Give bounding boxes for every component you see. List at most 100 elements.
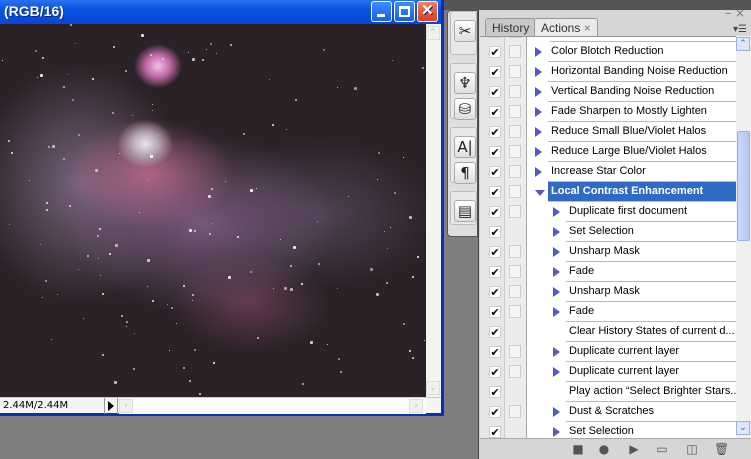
collapsed-triangle-icon[interactable]: [553, 347, 560, 357]
character-icon[interactable]: A|: [454, 136, 476, 158]
toggle-dialog-checkbox[interactable]: [509, 405, 521, 418]
scroll-up-icon[interactable]: ⌃: [736, 37, 750, 51]
collapsed-triangle-icon[interactable]: [553, 247, 560, 257]
action-row[interactable]: ✔ Duplicate first document: [480, 202, 736, 222]
action-row[interactable]: ✔ Vertical Banding Noise Reduction: [480, 82, 736, 102]
play-icon[interactable]: ▶: [628, 443, 640, 455]
toggle-item-checkbox[interactable]: ✔: [489, 106, 501, 118]
minimize-button[interactable]: [371, 1, 392, 22]
scroll-thumb[interactable]: [737, 131, 750, 241]
toggle-dialog-checkbox[interactable]: [509, 205, 521, 218]
toggle-item-checkbox[interactable]: ✔: [489, 366, 501, 378]
dialog-toggle[interactable]: [509, 37, 521, 38]
stop-icon[interactable]: ■: [572, 443, 584, 455]
action-row[interactable]: ✔ Clear History States of current d...: [480, 322, 736, 342]
toggle-item-checkbox[interactable]: ✔: [489, 166, 501, 178]
toggle-dialog-checkbox[interactable]: [509, 145, 521, 158]
horizontal-scrollbar[interactable]: ‹ ›: [119, 398, 426, 414]
toggle-item-checkbox[interactable]: ✔: [489, 266, 501, 278]
vertical-scrollbar[interactable]: ⌃ ⌄: [426, 24, 441, 397]
toggle-dialog-checkbox[interactable]: [509, 265, 521, 278]
toggle-item-checkbox[interactable]: ✔: [489, 46, 501, 58]
toggle-item-checkbox[interactable]: ✔: [489, 306, 501, 318]
collapsed-triangle-icon[interactable]: [535, 167, 542, 177]
collapsed-triangle-icon[interactable]: [535, 147, 542, 157]
toggle-item-checkbox[interactable]: ✔: [489, 386, 501, 398]
paragraph-icon[interactable]: ¶: [454, 162, 476, 184]
nebula-image-canvas[interactable]: [0, 24, 426, 397]
status-menu-arrow-icon[interactable]: [104, 398, 118, 414]
toggle-dialog-checkbox[interactable]: [509, 365, 521, 378]
toggle-dialog-checkbox[interactable]: [509, 165, 521, 178]
action-row[interactable]: ✔ Horizontal Banding Noise Reduction: [480, 62, 736, 82]
checkmark[interactable]: ✔: [489, 37, 501, 38]
collapsed-triangle-icon[interactable]: [553, 227, 560, 237]
action-row[interactable]: ✔ Fade: [480, 302, 736, 322]
toggle-dialog-checkbox[interactable]: [509, 125, 521, 138]
collapsed-triangle-icon[interactable]: [535, 127, 542, 137]
toggle-item-checkbox[interactable]: ✔: [489, 206, 501, 218]
collapsed-triangle-icon[interactable]: [553, 287, 560, 297]
toggle-item-checkbox[interactable]: ✔: [489, 186, 501, 198]
toggle-item-checkbox[interactable]: ✔: [489, 226, 501, 238]
document-titlebar[interactable]: (RGB/16) ✕: [0, 0, 441, 24]
action-row[interactable]: ✔ Local Contrast Enhancement: [480, 182, 736, 202]
action-row[interactable]: ✔ Reduce Small Blue/Violet Halos: [480, 122, 736, 142]
action-row[interactable]: ✔ Duplicate current layer: [480, 362, 736, 382]
new-action-icon[interactable]: ◫: [686, 443, 698, 455]
action-row[interactable]: ✔ Set Selection: [480, 222, 736, 242]
tab-history[interactable]: History: [485, 18, 537, 36]
clone-source-icon[interactable]: ⛁: [454, 98, 476, 120]
action-row[interactable]: ✔ Reduce Large Blue/Violet Halos: [480, 142, 736, 162]
collapsed-triangle-icon[interactable]: [553, 407, 560, 417]
toggle-item-checkbox[interactable]: ✔: [489, 426, 501, 438]
toggle-item-checkbox[interactable]: ✔: [489, 246, 501, 258]
panel-close-icon[interactable]: – ×: [725, 6, 745, 20]
scroll-right-icon[interactable]: ›: [409, 399, 423, 413]
action-row[interactable]: ✔ Duplicate current layer: [480, 342, 736, 362]
collapsed-triangle-icon[interactable]: [553, 207, 560, 217]
collapsed-triangle-icon[interactable]: [535, 67, 542, 77]
collapsed-triangle-icon[interactable]: [553, 367, 560, 377]
toggle-item-checkbox[interactable]: ✔: [489, 406, 501, 418]
toggle-dialog-checkbox[interactable]: [509, 45, 521, 58]
toggle-item-checkbox[interactable]: ✔: [489, 146, 501, 158]
brushes-icon[interactable]: ♆: [454, 72, 476, 94]
panel-scrollbar[interactable]: ⌃ ⌄: [736, 36, 751, 438]
tools-preset-icon[interactable]: ✂: [454, 20, 476, 42]
action-row[interactable]: ✔ Color Blotch Reduction: [480, 42, 736, 62]
close-button[interactable]: ✕: [417, 1, 438, 22]
toggle-item-checkbox[interactable]: ✔: [489, 286, 501, 298]
scroll-left-icon[interactable]: ‹: [119, 399, 133, 413]
collapsed-triangle-icon[interactable]: [553, 307, 560, 317]
collapsed-triangle-icon[interactable]: [553, 267, 560, 277]
toggle-item-checkbox[interactable]: ✔: [489, 126, 501, 138]
action-row[interactable]: ✔ Fade Sharpen to Mostly Lighten: [480, 102, 736, 122]
delete-icon[interactable]: 🗑: [714, 443, 729, 455]
tab-actions[interactable]: Actions ×: [534, 18, 598, 36]
collapsed-triangle-icon[interactable]: [535, 87, 542, 97]
close-tab-icon[interactable]: ×: [584, 21, 591, 35]
new-set-icon[interactable]: ▭: [656, 443, 668, 455]
action-row[interactable]: ✔ Fade: [480, 262, 736, 282]
scroll-up-icon[interactable]: ⌃: [426, 26, 440, 40]
panel-menu-icon[interactable]: ▾☰: [733, 24, 747, 35]
toggle-dialog-checkbox[interactable]: [509, 85, 521, 98]
layer-comps-icon[interactable]: ▤: [454, 200, 476, 222]
toggle-dialog-checkbox[interactable]: [509, 65, 521, 78]
scroll-down-icon[interactable]: ⌄: [736, 421, 750, 435]
maximize-button[interactable]: [394, 1, 415, 22]
scroll-down-icon[interactable]: ⌄: [426, 381, 440, 395]
toggle-item-checkbox[interactable]: ✔: [489, 326, 501, 338]
action-row[interactable]: ✔ Play action “Select Brighter Stars...: [480, 382, 736, 402]
toggle-dialog-checkbox[interactable]: [509, 105, 521, 118]
toggle-item-checkbox[interactable]: ✔: [489, 86, 501, 98]
toggle-dialog-checkbox[interactable]: [509, 305, 521, 318]
toggle-item-checkbox[interactable]: ✔: [489, 66, 501, 78]
expanded-triangle-icon[interactable]: [535, 190, 545, 201]
toggle-item-checkbox[interactable]: ✔: [489, 346, 501, 358]
toggle-dialog-checkbox[interactable]: [509, 345, 521, 358]
collapsed-triangle-icon[interactable]: [553, 427, 560, 437]
collapsed-triangle-icon[interactable]: [535, 47, 542, 57]
action-row[interactable]: ✔ Dust & Scratches: [480, 402, 736, 422]
